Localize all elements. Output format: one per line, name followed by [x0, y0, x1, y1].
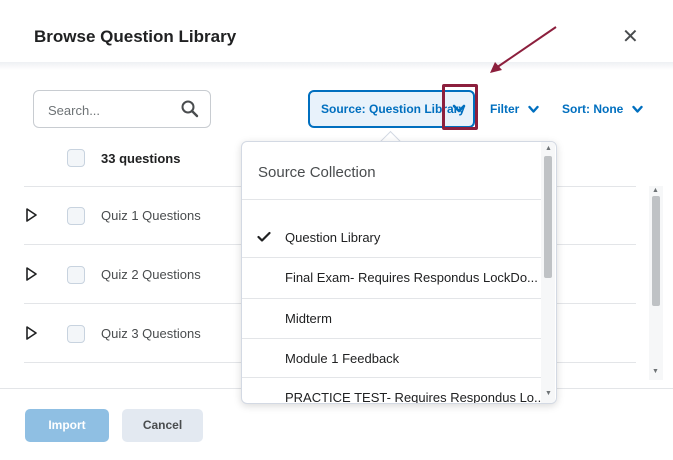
- menu-scrollbar-thumb[interactable]: [544, 156, 552, 278]
- list-scrollbar-thumb[interactable]: [652, 196, 660, 306]
- chevron-down-icon: [527, 106, 539, 114]
- scroll-down-icon[interactable]: ▼: [545, 390, 552, 397]
- annotation-highlight-box: [442, 84, 478, 130]
- select-all-checkbox[interactable]: [67, 149, 85, 167]
- question-count: 33 questions: [101, 151, 181, 166]
- menu-item-final-exam[interactable]: Final Exam- Requires Respondus LockDo...: [242, 258, 542, 298]
- menu-item-midterm[interactable]: Midterm: [242, 299, 542, 339]
- expand-triangle-icon[interactable]: [24, 267, 38, 281]
- row-checkbox[interactable]: [67, 207, 85, 225]
- expand-triangle-icon[interactable]: [24, 208, 38, 222]
- menu-item-module-1-feedback[interactable]: Module 1 Feedback: [242, 339, 542, 379]
- menu-item-label: Midterm: [285, 311, 332, 326]
- source-collection-menu: Source Collection Question Library Final…: [241, 141, 557, 404]
- menu-item-label: Module 1 Feedback: [285, 351, 400, 366]
- row-checkbox[interactable]: [67, 266, 85, 284]
- browse-question-library-dialog: Browse Question Library ✕ Source: Questi…: [0, 0, 673, 460]
- scroll-up-icon[interactable]: ▲: [652, 187, 659, 194]
- scroll-up-icon[interactable]: ▲: [545, 145, 552, 152]
- filter-label: Filter: [490, 102, 520, 116]
- expand-triangle-icon[interactable]: [24, 326, 38, 340]
- row-checkbox[interactable]: [67, 325, 85, 343]
- filter-button[interactable]: Filter: [490, 102, 539, 116]
- list-item[interactable]: Quiz 2 Questions: [101, 267, 201, 282]
- scroll-down-icon[interactable]: ▼: [652, 368, 659, 375]
- menu-item-practice-test[interactable]: PRACTICE TEST- Requires Respondus Lo...: [242, 378, 545, 404]
- search-input[interactable]: [46, 100, 180, 120]
- list-item[interactable]: Quiz 1 Questions: [101, 208, 201, 223]
- list-item[interactable]: Quiz 3 Questions: [101, 326, 201, 341]
- header-divider: [0, 62, 673, 70]
- sort-button[interactable]: Sort: None: [562, 102, 643, 116]
- cancel-button[interactable]: Cancel: [122, 409, 203, 442]
- search-icon[interactable]: [180, 99, 200, 119]
- checkmark-icon: [257, 231, 271, 242]
- dialog-title: Browse Question Library: [34, 27, 237, 46]
- import-button[interactable]: Import: [25, 409, 109, 442]
- close-icon[interactable]: ✕: [622, 24, 639, 49]
- menu-item-question-library[interactable]: Question Library: [242, 218, 542, 258]
- chevron-down-icon: [631, 106, 643, 114]
- menu-item-label: Final Exam- Requires Respondus LockDo...: [285, 270, 538, 285]
- search-box[interactable]: [33, 90, 211, 128]
- menu-divider: [242, 199, 542, 200]
- menu-header: Source Collection: [258, 164, 376, 181]
- sort-label: Sort: None: [562, 102, 624, 116]
- menu-item-label: PRACTICE TEST- Requires Respondus Lo...: [285, 390, 545, 404]
- annotation-arrow-icon: [490, 26, 557, 73]
- menu-item-label: Question Library: [285, 230, 381, 245]
